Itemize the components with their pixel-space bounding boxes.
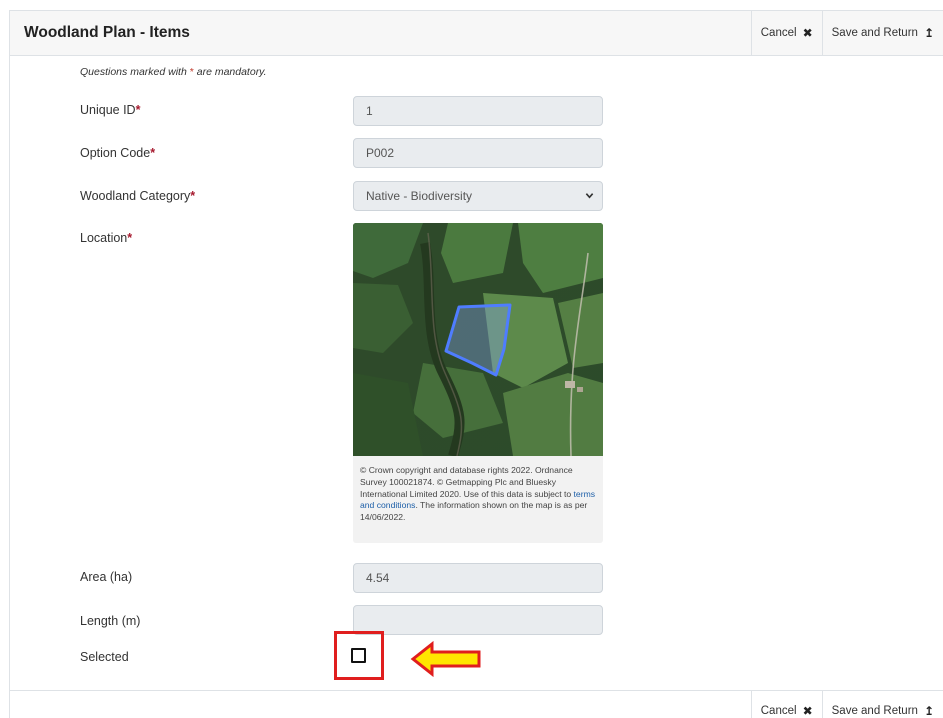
footer-save-and-return-label: Save and Return — [831, 705, 918, 717]
length-field[interactable] — [353, 605, 603, 635]
mandatory-note-text-end: are mandatory. — [196, 66, 267, 78]
location-map-card: © Crown copyright and database rights 20… — [353, 223, 603, 543]
unique-id-value: 1 — [366, 104, 373, 118]
aerial-map-image[interactable] — [353, 223, 603, 456]
required-star: * — [189, 66, 194, 78]
chevron-down-icon — [585, 193, 594, 199]
header-actions: Cancel ✖ Save and Return ↥ — [750, 11, 943, 55]
footer-actions: Cancel ✖ Save and Return ↥ — [750, 691, 943, 718]
location-label: Location* — [80, 231, 133, 245]
page-title: Woodland Plan - Items — [24, 24, 190, 41]
area-value: 4.54 — [366, 571, 390, 585]
map-copyright-caption: © Crown copyright and database rights 20… — [360, 465, 596, 523]
save-and-return-button[interactable]: Save and Return ↥ — [821, 11, 943, 55]
length-label: Length (m) — [80, 614, 141, 628]
required-marker: * — [150, 146, 156, 160]
area-field[interactable]: 4.54 — [353, 563, 603, 593]
required-marker: * — [190, 189, 196, 203]
highlight-box — [334, 631, 384, 680]
cancel-button[interactable]: Cancel ✖ — [750, 11, 822, 55]
mandatory-note-text: Questions marked with — [80, 66, 187, 78]
panel-header: Woodland Plan - Items Cancel ✖ Save and … — [9, 10, 943, 56]
selected-label: Selected — [80, 650, 129, 664]
woodland-category-value: Native - Biodiversity — [366, 189, 473, 203]
option-code-value: P002 — [366, 146, 395, 160]
close-icon: ✖ — [802, 26, 813, 40]
required-marker: * — [127, 231, 133, 245]
mandatory-note: Questions marked with * are mandatory. — [80, 66, 267, 78]
save-and-return-label: Save and Return — [831, 27, 918, 39]
woodland-category-label: Woodland Category* — [80, 189, 196, 203]
area-label: Area (ha) — [80, 570, 133, 584]
unique-id-label: Unique ID* — [80, 103, 141, 117]
return-icon: ↥ — [923, 704, 934, 718]
required-marker: * — [135, 103, 141, 117]
footer-cancel-button[interactable]: Cancel ✖ — [750, 691, 822, 718]
footer-save-and-return-button[interactable]: Save and Return ↥ — [821, 691, 943, 718]
arrow-left-icon — [410, 641, 481, 677]
option-code-label: Option Code* — [80, 146, 156, 160]
footer-cancel-label: Cancel — [760, 705, 797, 717]
close-icon: ✖ — [802, 704, 813, 718]
option-code-field[interactable]: P002 — [353, 138, 603, 168]
unique-id-field[interactable]: 1 — [353, 96, 603, 126]
woodland-category-select[interactable]: Native - Biodiversity — [353, 181, 603, 211]
return-icon: ↥ — [923, 26, 934, 40]
cancel-button-label: Cancel — [760, 27, 797, 39]
